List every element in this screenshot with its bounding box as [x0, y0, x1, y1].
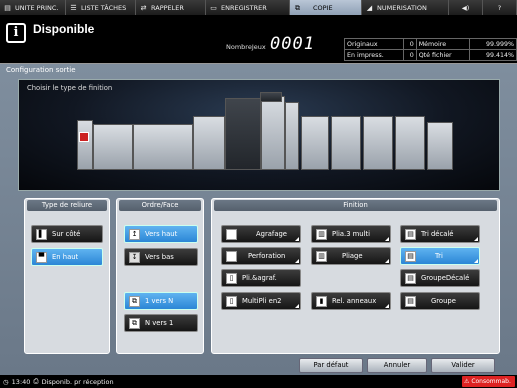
ok-button[interactable]: Valider: [431, 358, 495, 373]
paper-tray-unit: [133, 124, 193, 170]
printer-status-icon: ⎙: [33, 377, 39, 385]
warning-icon: ⚠: [464, 378, 470, 385]
plia-3-multi-button[interactable]: ▥ Plia.3 multi: [311, 225, 391, 243]
tri-fold-icon: ▥: [316, 228, 327, 240]
1-vers-n-button[interactable]: ⧉ 1 vers N: [124, 292, 198, 310]
tab-copie[interactable]: ⧉ COPIE: [290, 0, 362, 15]
paper-tray-unit: [93, 124, 133, 170]
tab-enregistrer[interactable]: ▭ ENREGISTRER: [206, 0, 290, 15]
feeder-unit: [77, 120, 93, 170]
face-down-icon: ↧: [129, 251, 140, 263]
recall-icon: ⇄: [140, 3, 147, 12]
side-bind-icon: ▌: [36, 228, 47, 240]
sort-icon: ▤: [405, 250, 416, 262]
finisher-unit: [301, 116, 329, 170]
copies-label: NombreJeux: [226, 43, 266, 51]
scan-icon: ◢: [366, 3, 373, 12]
info-icon: i: [6, 23, 26, 43]
en-haut-button[interactable]: ▀ En haut: [31, 248, 103, 266]
help-button[interactable]: ?: [483, 0, 517, 15]
face-up-icon: ↥: [129, 228, 140, 240]
groupe-decale-button[interactable]: ▤ GroupeDécalé: [400, 269, 480, 287]
save-icon: ▭: [210, 3, 217, 12]
copies-value: 0001: [270, 34, 315, 54]
finishing-header: Finition: [214, 200, 497, 211]
help-icon: ?: [497, 3, 502, 12]
copy-icon: ⧉: [295, 3, 300, 12]
machine-preview: [18, 79, 500, 191]
offset-group-icon: ▤: [405, 272, 416, 284]
groupe-button[interactable]: ▤ Groupe: [400, 292, 480, 310]
tab-numerisation[interactable]: ◢ NUMERISATION: [362, 0, 449, 15]
fold-icon: ▥: [316, 250, 327, 262]
pliage-button[interactable]: ▥ Pliage: [311, 247, 391, 265]
tri-decale-button[interactable]: ▤ Tri décalé: [400, 225, 480, 243]
staple-icon: [226, 228, 237, 240]
ring-bind-icon: ▮: [316, 295, 327, 307]
default-button[interactable]: Par défaut: [299, 358, 363, 373]
punch-icon: [226, 250, 237, 262]
perforation-button[interactable]: Perforation: [221, 247, 301, 265]
order-ascending-icon: ⧉: [129, 295, 140, 307]
tab-rappeler[interactable]: ⇄ RAPPELER: [136, 0, 206, 15]
output-indicator-icon: [79, 132, 89, 142]
multipli-en2-button[interactable]: ▯ MultiPli en2: [221, 292, 301, 310]
binding-type-section: [24, 198, 110, 354]
order-face-header: Ordre/Face: [119, 200, 201, 211]
speaker-icon: ◀): [461, 3, 470, 12]
tab-unite-princ[interactable]: ▤ UNITE PRINC.: [0, 0, 66, 15]
top-tab-bar: ▤ UNITE PRINC. ☰ LISTE TÂCHES ⇄ RAPPELER ▭ E…: [0, 0, 517, 15]
clock-icon: ◷: [3, 377, 9, 386]
printer-icon: ▤: [4, 3, 11, 12]
finisher-unit: [261, 96, 285, 170]
order-descending-icon: ⧉: [129, 317, 140, 329]
vers-bas-button[interactable]: ↧ Vers bas: [124, 248, 198, 266]
sur-cote-button[interactable]: ▌ Sur côté: [31, 225, 103, 243]
offset-sort-icon: ▤: [405, 228, 416, 240]
agrafage-button[interactable]: Agrafage: [221, 225, 301, 243]
status-time: 13:40: [11, 377, 31, 386]
counters-table: Originaux 0 Mémoire 99.999% En impress. …: [344, 38, 517, 61]
status-bar: ◷ 13:40 ⎙ Disponib. pr réception: [0, 375, 517, 388]
finisher-unit: [363, 116, 393, 170]
pli-agraf-button[interactable]: ▯ Pli.&agraf.: [221, 269, 301, 287]
print-engine: [193, 116, 225, 170]
finisher-unit: [285, 102, 299, 170]
consumables-alert[interactable]: ⚠ Consommab.: [462, 376, 515, 387]
tab-liste-taches[interactable]: ☰ LISTE TÂCHES: [66, 0, 136, 15]
group-icon: ▤: [405, 295, 416, 307]
binding-type-header: Type de reliure: [27, 200, 107, 211]
status-title: Disponible: [33, 22, 95, 36]
tri-button[interactable]: ▤ Tri: [400, 247, 480, 265]
preview-label: Choisir le type de finition: [27, 84, 113, 92]
list-icon: ☰: [70, 3, 77, 12]
speaker-button[interactable]: ◀): [449, 0, 483, 15]
print-engine-main: [225, 98, 261, 170]
finisher-top: [260, 92, 282, 102]
finisher-unit: [331, 116, 361, 170]
n-vers-1-button[interactable]: ⧉ N vers 1: [124, 314, 198, 332]
fold-staple-icon: ▯: [226, 272, 237, 284]
rel-anneaux-button[interactable]: ▮ Rel. anneaux: [311, 292, 391, 310]
page-title: Configuration sortie: [6, 66, 76, 74]
top-bind-icon: ▀: [36, 251, 47, 263]
cancel-button[interactable]: Annuler: [367, 358, 427, 373]
vers-haut-button[interactable]: ↥ Vers haut: [124, 225, 198, 243]
finisher-unit: [395, 116, 425, 170]
status-text: Disponib. pr réception: [41, 377, 114, 386]
output-tray: [427, 122, 453, 170]
multi-fold-icon: ▯: [226, 295, 237, 307]
